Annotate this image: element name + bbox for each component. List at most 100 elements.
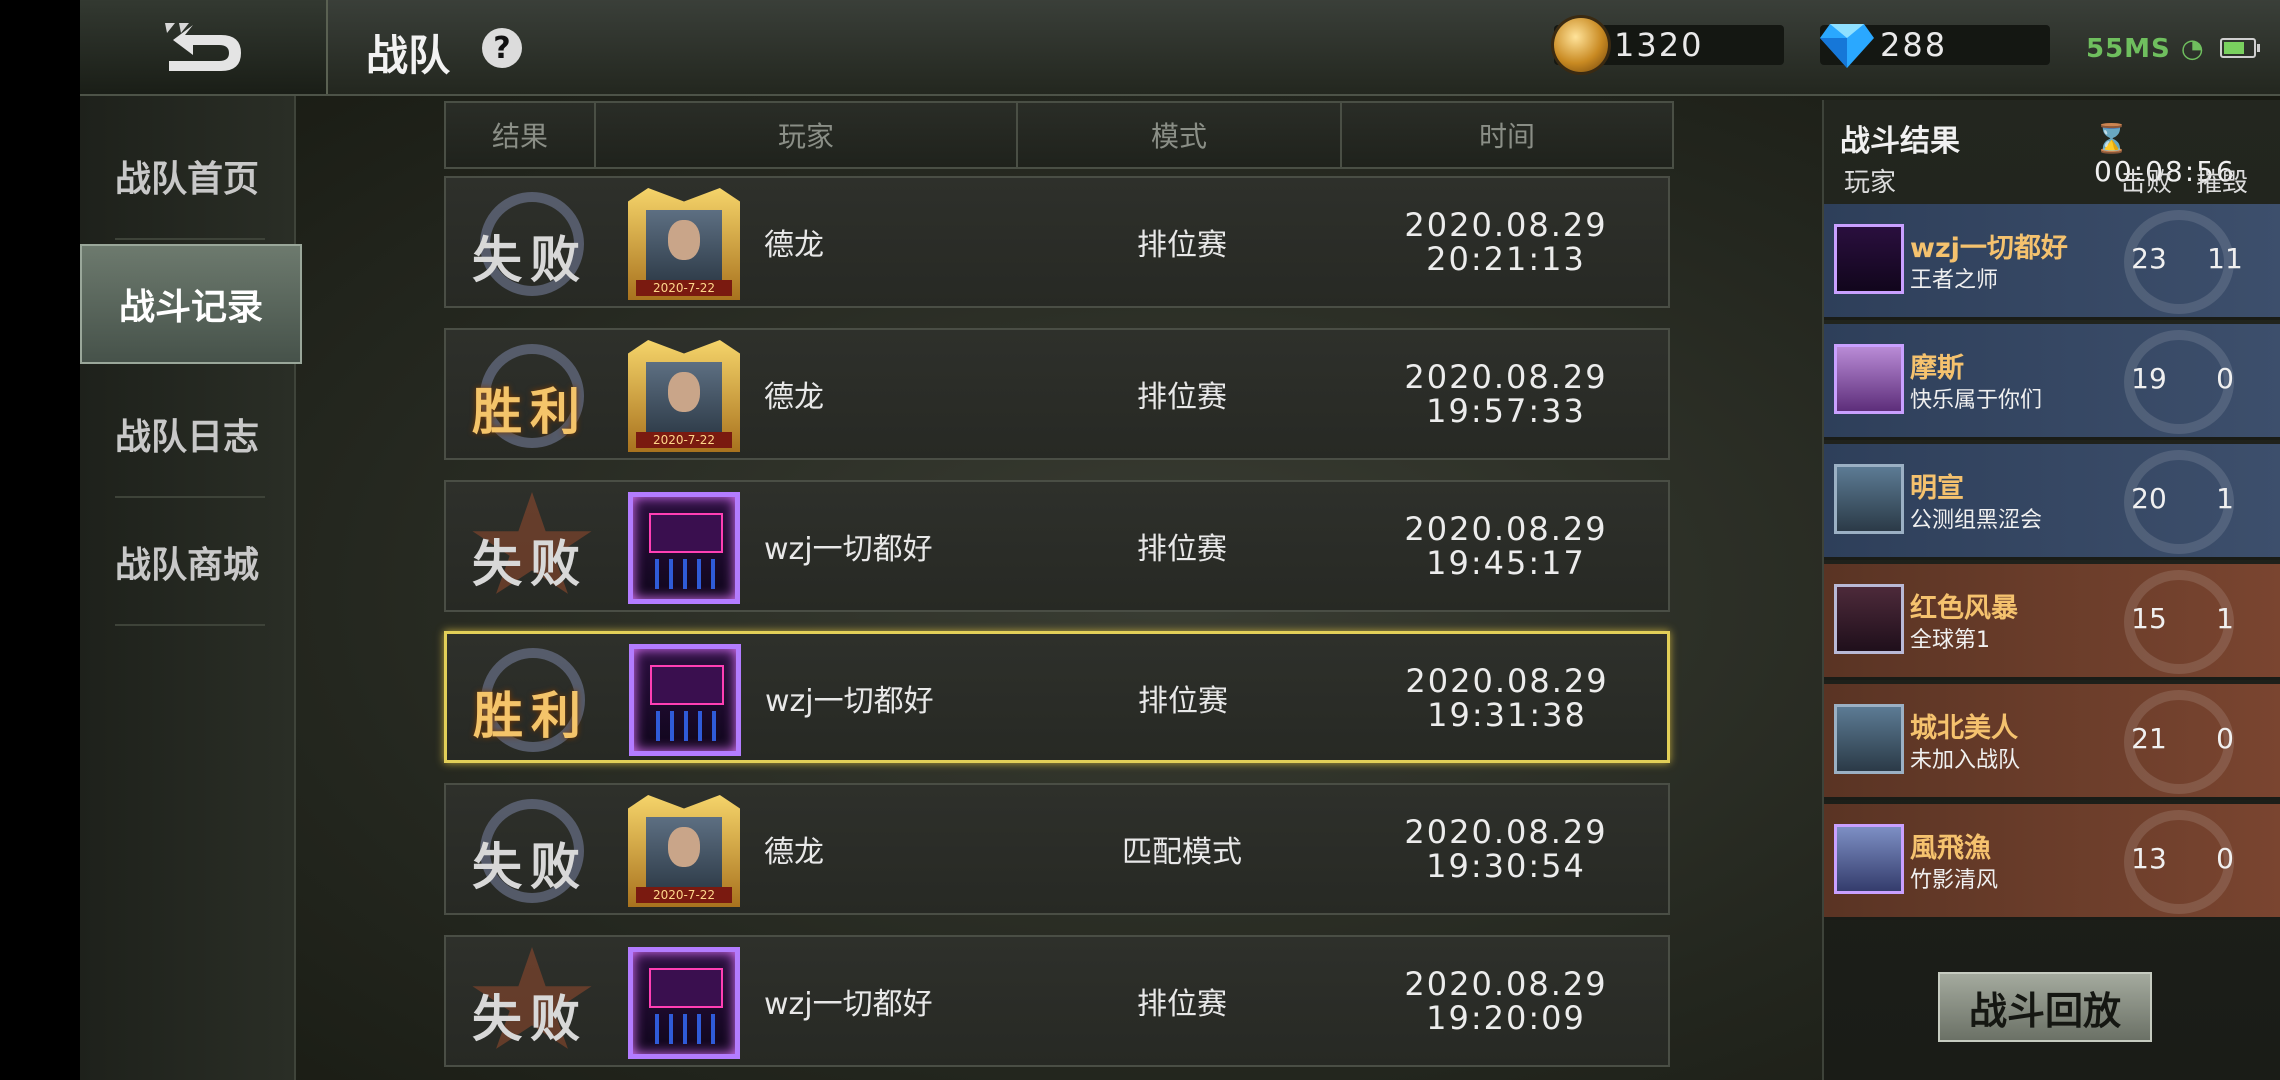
network-latency: 55MS ◔ (2086, 34, 2205, 64)
player-avatar (628, 492, 740, 604)
player-name: wzj一切都好 (1910, 233, 2068, 264)
player-stat-row[interactable]: 红色风暴 全球第1 15 1 (1824, 564, 2280, 680)
portrait (646, 817, 722, 893)
player-stat-row[interactable]: 摩斯 快乐属于你们 19 0 (1824, 324, 2280, 440)
player-name: 摩斯 (1910, 353, 1964, 384)
record-date: 2020.08.29 (1404, 813, 1608, 851)
record-row[interactable]: 失败 wzj一切都好 排位赛 2020.08.29 19:20:09 (444, 935, 1670, 1067)
game-mode: 排位赛 (1137, 987, 1227, 1022)
player-destroy: 1 (2216, 482, 2234, 515)
record-time: 2020.08.29 19:45:17 (1346, 512, 1666, 580)
player-title: 王者之师 (1910, 268, 1999, 293)
result-label: 胜利 (472, 383, 588, 441)
col-player-label: 玩家 (1844, 168, 1897, 198)
diamond-icon (1820, 24, 1874, 68)
player-name: 德龙 (764, 380, 824, 415)
player-kills: 20 (2131, 482, 2167, 515)
win-emblem-icon: 胜利 (460, 344, 600, 448)
record-row[interactable]: 失败 wzj一切都好 排位赛 2020.08.29 19:45:17 (444, 480, 1670, 612)
record-time: 2020.08.29 20:21:13 (1346, 208, 1666, 276)
page-title: 战队 (366, 31, 451, 80)
player-kills: 19 (2131, 362, 2167, 395)
records-table-header: 结果 玩家 模式 时间 (444, 101, 1674, 169)
player-stat-row[interactable]: wzj一切都好 王者之师 23 11 (1824, 204, 2280, 320)
player-name: 風飛漁 (1910, 833, 1991, 864)
record-row[interactable]: 胜利 2020-7-22 德龙 排位赛 2020.08.29 19:57:33 (444, 328, 1670, 460)
player-avatar (1834, 584, 1904, 654)
game-mode: 排位赛 (1137, 228, 1227, 263)
player-title: 未加入战队 (1910, 748, 2021, 773)
player-title: 竹影清风 (1910, 868, 1999, 893)
record-time: 2020.08.29 19:20:09 (1346, 967, 1666, 1035)
player-name: 明宣 (1910, 473, 1964, 504)
record-date: 2020.08.29 (1404, 358, 1608, 396)
result-label: 失败 (472, 990, 588, 1048)
player-title: 全球第1 (1910, 628, 1990, 653)
record-date: 2020.08.29 (1405, 662, 1609, 700)
avatar-date: 2020-7-22 (636, 887, 732, 903)
player-name: 德龙 (764, 835, 824, 870)
divider (115, 238, 265, 240)
result-label: 失败 (472, 838, 588, 896)
game-mode: 排位赛 (1137, 532, 1227, 567)
hourglass-icon: ⌛ (2094, 122, 2131, 155)
lose-emblem-icon: 失败 (460, 192, 600, 296)
player-avatar: 2020-7-22 (628, 795, 740, 907)
player-destroy: 1 (2216, 602, 2234, 635)
back-arrow-icon (165, 23, 241, 71)
help-button[interactable]: ? (482, 28, 522, 68)
gold-counter: 1320 (1554, 18, 1784, 72)
diamond-counter: 288 (1820, 22, 2050, 68)
result-label: 失败 (472, 231, 588, 289)
win-emblem-icon: 胜利 (461, 648, 601, 752)
back-button[interactable] (80, 0, 328, 94)
game-screen: 战队 ? 1320 288 55MS ◔ 战队首页 战斗记录 战队日志 战队商城… (80, 0, 2280, 1080)
avatar-date: 2020-7-22 (636, 280, 732, 296)
player-name: 城北美人 (1910, 713, 2018, 744)
portrait (646, 362, 722, 438)
record-time: 2020.08.29 19:31:38 (1347, 664, 1667, 732)
top-bar: 战队 ? 1320 288 55MS ◔ (80, 0, 2280, 96)
col-player: 玩家 (596, 103, 1018, 167)
player-avatar (1834, 464, 1904, 534)
player-name: 德龙 (764, 228, 824, 263)
player-name: 红色风暴 (1910, 593, 2018, 624)
battle-replay-button[interactable]: 战斗回放 (1938, 972, 2152, 1042)
battle-result-panel: 战斗结果 ⌛ 00:08:56 玩家 击败 摧毁 wzj一切都好 王者之师 23… (1822, 100, 2280, 1080)
record-row[interactable]: 胜利 wzj一切都好 排位赛 2020.08.29 19:31:38 (444, 631, 1670, 763)
record-clock: 19:20:09 (1426, 999, 1586, 1037)
game-mode: 排位赛 (1138, 684, 1228, 719)
player-stat-row[interactable]: 城北美人 未加入战队 21 0 (1824, 684, 2280, 800)
sidebar-item-shop[interactable]: 战队商城 (80, 502, 294, 622)
player-kills: 21 (2131, 722, 2167, 755)
record-date: 2020.08.29 (1404, 510, 1608, 548)
player-name: wzj一切都好 (764, 532, 933, 567)
lose-emblem-icon: 失败 (460, 492, 600, 600)
game-mode: 匹配模式 (1122, 835, 1242, 870)
result-label: 失败 (472, 535, 588, 593)
player-avatar (629, 644, 741, 756)
sidebar-item-battle-records[interactable]: 战斗记录 (80, 244, 302, 364)
player-avatar: 2020-7-22 (628, 340, 740, 452)
game-mode: 排位赛 (1137, 380, 1227, 415)
record-row[interactable]: 失败 2020-7-22 德龙 排位赛 2020.08.29 20:21:13 (444, 176, 1670, 308)
divider (115, 624, 265, 626)
player-kills: 23 (2131, 242, 2167, 275)
col-mode: 模式 (1018, 103, 1342, 167)
player-kills: 13 (2131, 842, 2167, 875)
record-time: 2020.08.29 19:57:33 (1346, 360, 1666, 428)
player-stat-row[interactable]: 風飛漁 竹影清风 13 0 (1824, 804, 2280, 920)
player-title: 快乐属于你们 (1910, 388, 2043, 413)
player-name: wzj一切都好 (765, 684, 934, 719)
col-time: 时间 (1478, 120, 1535, 153)
record-clock: 19:45:17 (1426, 544, 1586, 582)
network-ms: 55MS (2086, 34, 2171, 64)
sidebar-item-log[interactable]: 战队日志 (80, 374, 294, 494)
record-row[interactable]: 失败 2020-7-22 德龙 匹配模式 2020.08.29 19:30:54 (444, 783, 1670, 915)
lose-emblem-icon: 失败 (460, 947, 600, 1055)
sidebar-item-home[interactable]: 战队首页 (80, 116, 294, 236)
player-destroy: 0 (2216, 362, 2234, 395)
player-stat-row[interactable]: 明宣 公测组黑涩会 20 1 (1824, 444, 2280, 560)
record-date: 2020.08.29 (1404, 965, 1608, 1003)
player-avatar (1834, 224, 1904, 294)
